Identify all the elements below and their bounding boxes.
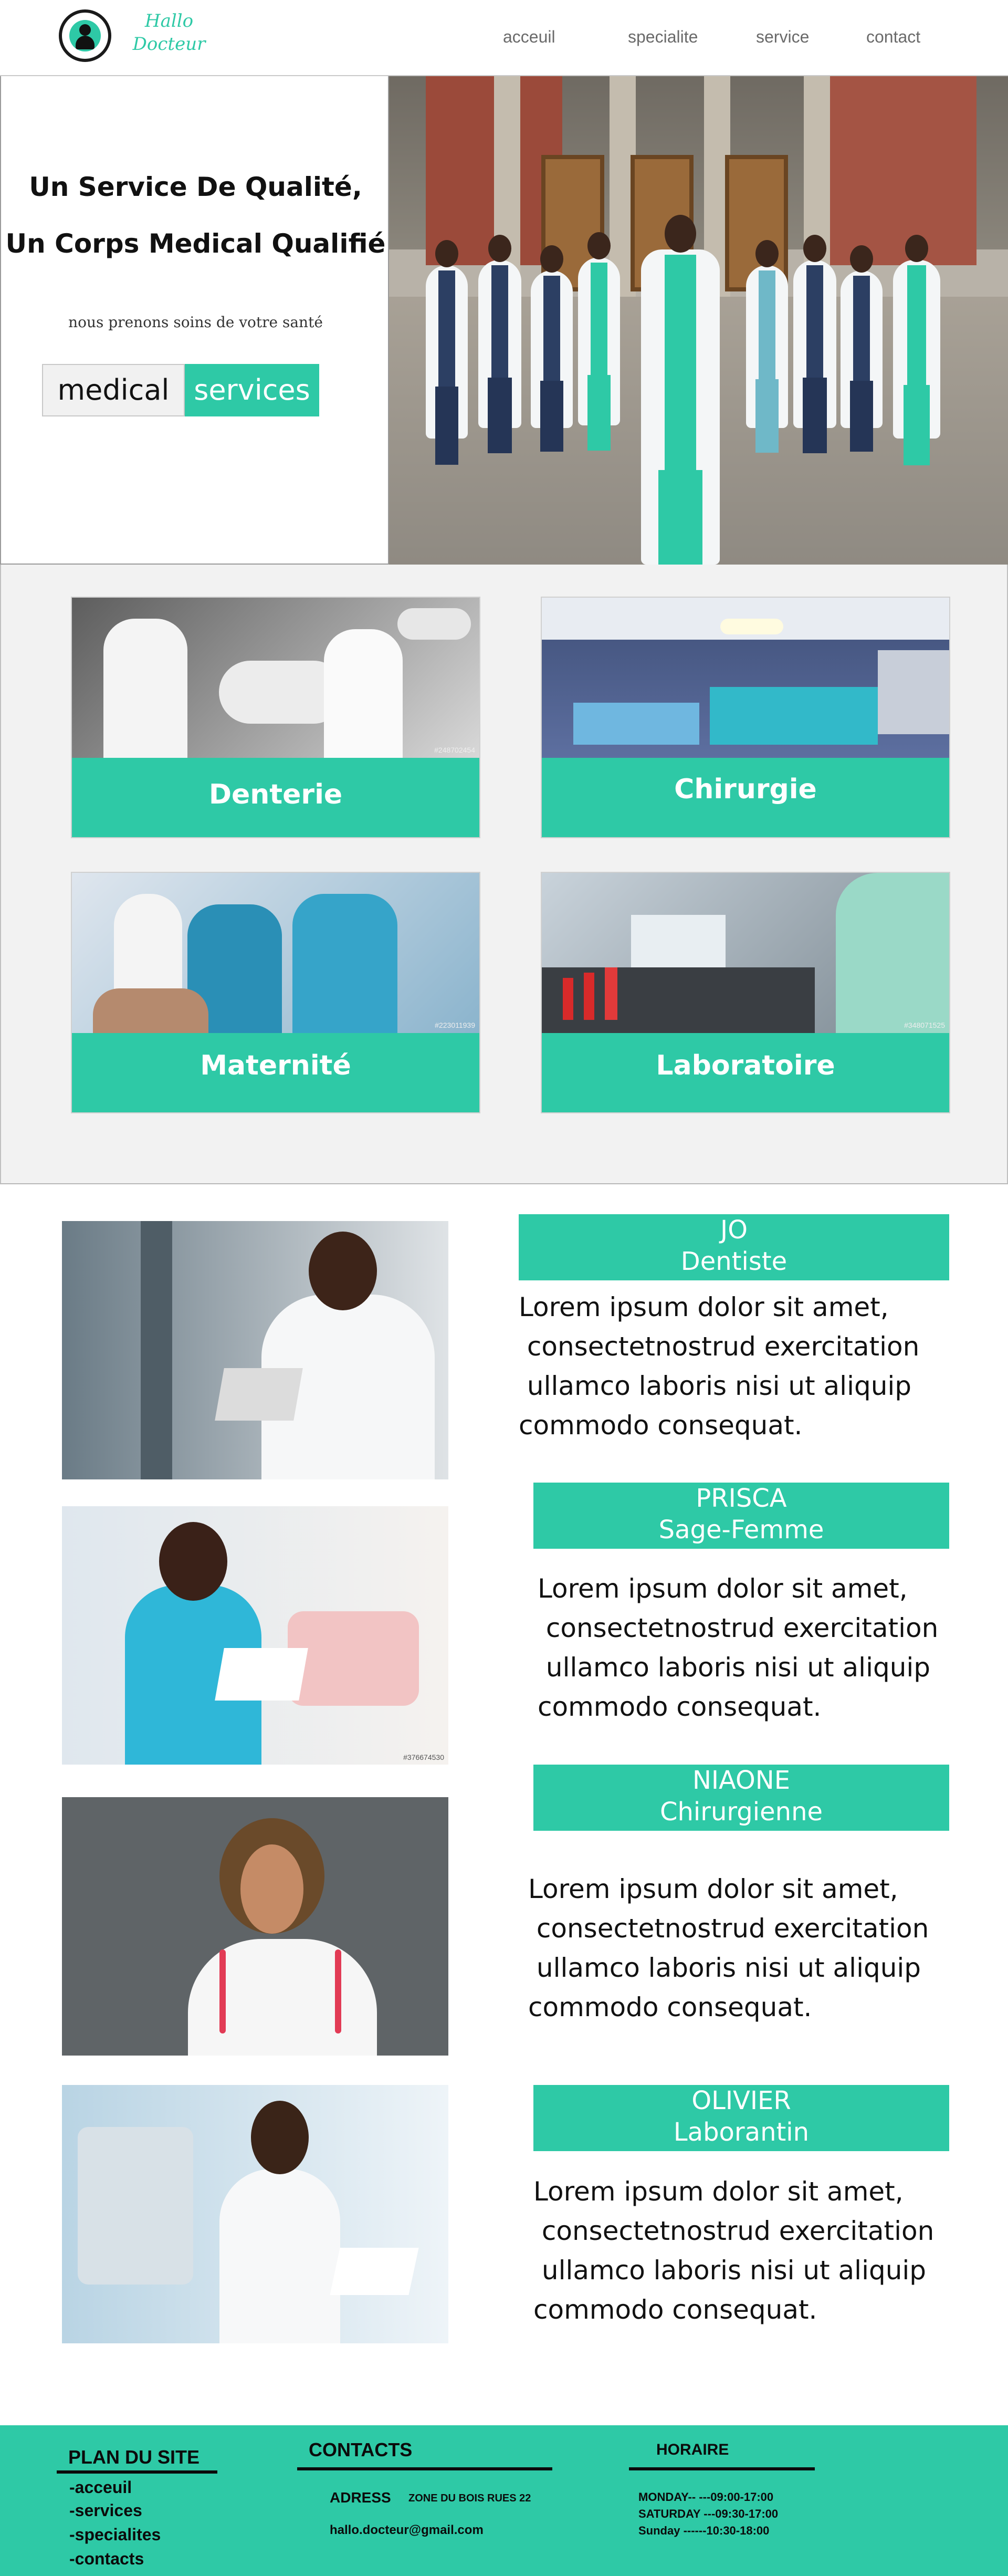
team-tag-jo: JO Dentiste — [519, 1214, 949, 1280]
team-photo-olivier — [62, 2085, 448, 2343]
site-header: Hallo Docteur acceuil specialite service… — [0, 0, 1008, 76]
logo-line2: Docteur — [132, 34, 206, 55]
team-role: Dentiste — [680, 1247, 788, 1276]
contact-email[interactable]: hallo.docteur@gmail.com — [330, 2523, 484, 2538]
plan-title: PLAN DU SITE — [68, 2446, 200, 2468]
hero-title-line2: Un Corps Medical Qualifié — [5, 228, 386, 259]
hero-subtitle: nous prenons soins de votre santé — [68, 314, 323, 331]
chirurgie-photo — [542, 598, 949, 758]
maternite-photo — [72, 873, 479, 1033]
team-name: NIAONE — [692, 1766, 791, 1795]
service-label: Laboratoire — [542, 1033, 949, 1112]
service-label: Maternité — [72, 1033, 479, 1112]
team-tag-olivier: OLIVIER Laborantin — [533, 2085, 949, 2151]
team-role: Laborantin — [673, 2118, 810, 2147]
hours-sunday: Sunday ------10:30-18:00 — [638, 2524, 770, 2537]
team-role: Sage-Femme — [658, 1515, 824, 1545]
plan-underline — [57, 2470, 217, 2474]
horaire-title: HORAIRE — [656, 2441, 729, 2458]
footer-link-services[interactable]: -services — [69, 2501, 142, 2520]
hero-title-line1: Un Service De Qualité, — [29, 172, 362, 202]
team-role: Chirurgienne — [659, 1797, 823, 1827]
hours-saturday: SATURDAY ---09:30-17:00 — [638, 2507, 779, 2520]
team-description: Lorem ipsum dolor sit amet, consectetnos… — [538, 1573, 939, 1722]
team-name: PRISCA — [696, 1484, 787, 1513]
adress-value: ZONE DU BOIS RUES 22 — [408, 2492, 531, 2504]
service-card-denterie[interactable]: #248702454 Denterie — [71, 597, 480, 838]
team-description: Lorem ipsum dolor sit amet, consectetnos… — [533, 2176, 934, 2325]
denterie-photo — [72, 598, 479, 758]
hero-panel: Un Service De Qualité, Un Corps Medical … — [0, 76, 389, 565]
stock-id: #248702454 — [434, 746, 475, 754]
footer-link-acceuil[interactable]: -acceuil — [69, 2478, 132, 2497]
services-button[interactable]: services — [185, 364, 319, 416]
service-card-maternite[interactable]: #223011939 Maternité — [71, 872, 480, 1113]
team-description: Lorem ipsum dolor sit amet, consectetnos… — [528, 1874, 929, 2022]
service-card-chirurgie[interactable]: Chirurgie — [541, 597, 950, 838]
logo-head — [79, 24, 91, 36]
service-label: Denterie — [72, 758, 479, 837]
footer-link-contacts[interactable]: -contacts — [69, 2549, 144, 2569]
team-photo-jo — [62, 1221, 448, 1479]
logo-icon[interactable] — [59, 9, 111, 62]
horaire-underline — [629, 2467, 815, 2470]
nav-service[interactable]: service — [756, 27, 809, 47]
logo-line1: Hallo — [144, 11, 194, 32]
nav-specialite[interactable]: specialite — [628, 27, 698, 47]
nav-contact[interactable]: contact — [866, 27, 920, 47]
team-tag-prisca: PRISCA Sage-Femme — [533, 1483, 949, 1549]
adress-label: ADRESS — [330, 2489, 391, 2506]
service-card-laboratoire[interactable]: #348071525 Laboratoire — [541, 872, 950, 1113]
contacts-underline — [297, 2467, 552, 2470]
service-label: Chirurgie — [542, 758, 949, 837]
site-footer: PLAN DU SITE -acceuil -services -special… — [0, 2425, 1008, 2576]
hours-monday: MONDAY-- ---09:00-17:00 — [638, 2490, 774, 2504]
stock-id: #376674530 — [403, 1753, 444, 1761]
contacts-title: CONTACTS — [309, 2439, 413, 2460]
team-tag-niaone: NIAONE Chirurgienne — [533, 1765, 949, 1831]
medical-button[interactable]: medical — [42, 364, 185, 416]
footer-link-specialites[interactable]: -specialites — [69, 2525, 161, 2544]
team-name: JO — [720, 1215, 748, 1245]
team-name: OLIVIER — [691, 2086, 791, 2115]
team-description: Lorem ipsum dolor sit amet, consectetnos… — [519, 1292, 920, 1441]
hero-team-photo — [389, 76, 1008, 565]
nav-acceuil[interactable]: acceuil — [503, 27, 555, 47]
logo-text[interactable]: Hallo Docteur — [122, 9, 216, 56]
team-photo-prisca: #376674530 — [62, 1506, 448, 1765]
laboratoire-photo — [542, 873, 949, 1033]
team-photo-niaone — [62, 1797, 448, 2056]
stock-id: #348071525 — [904, 1021, 945, 1029]
stock-id: #223011939 — [435, 1021, 475, 1029]
